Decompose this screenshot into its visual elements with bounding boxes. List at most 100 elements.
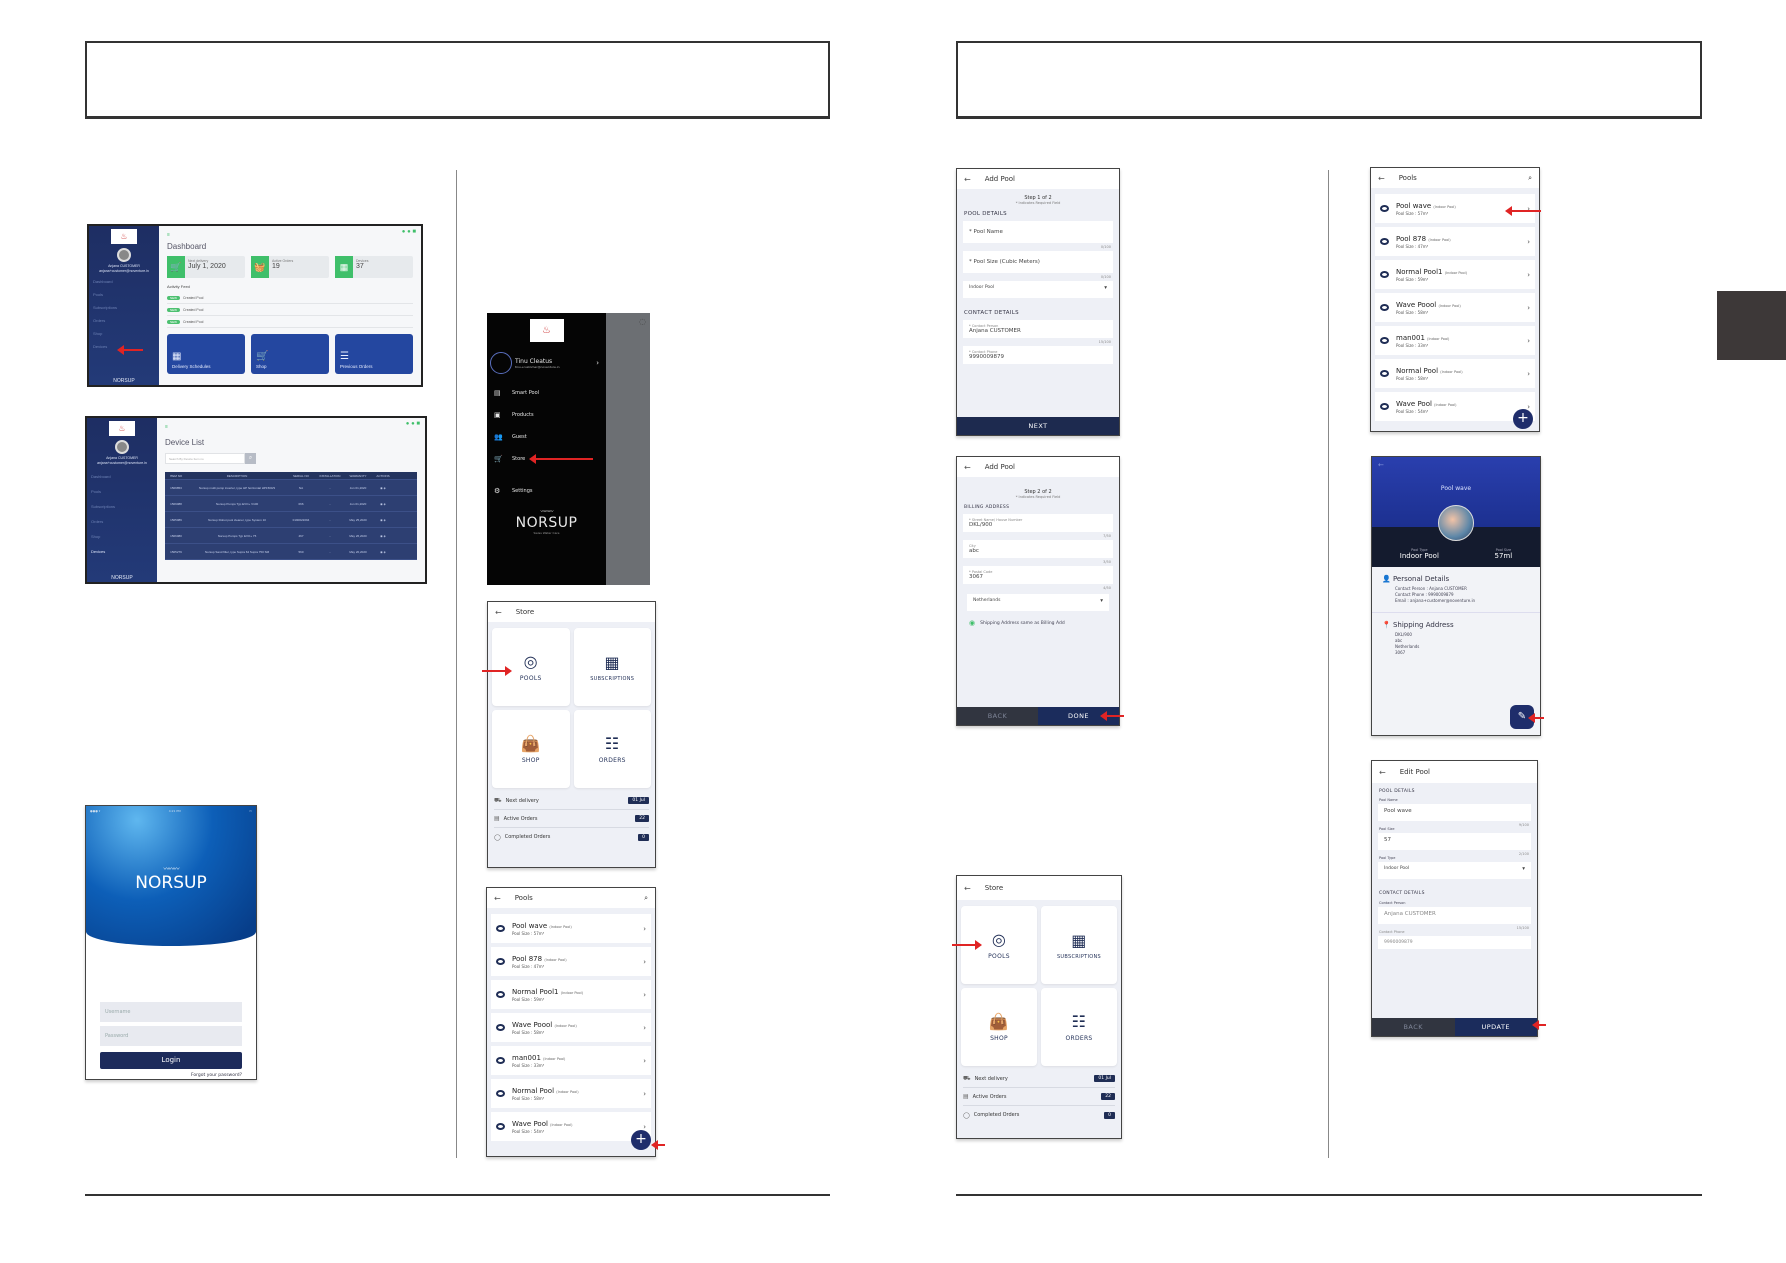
- row-actions[interactable]: ◉ ◈: [371, 550, 395, 554]
- store-tile-pools[interactable]: ◎ POOLS: [492, 628, 570, 706]
- activity-item: NEW Created Pool: [167, 316, 413, 328]
- pool-list-item[interactable]: Pool wave (Indoor Pool) Pool Size : 57m³ ›: [491, 914, 651, 943]
- completed-orders-row[interactable]: ◯ Completed Orders 0: [494, 828, 649, 846]
- store-tile-subscriptions[interactable]: ▦ SUBSCRIPTIONS: [573, 628, 651, 706]
- sidebar-item-subscriptions[interactable]: Subscriptions: [87, 499, 157, 514]
- back-arrow-icon[interactable]: ←: [1378, 461, 1384, 469]
- menu-icon[interactable]: ≡: [167, 232, 413, 238]
- contact-person-input[interactable]: Anjana CUSTOMER: [1378, 907, 1531, 924]
- pool-type-select[interactable]: Indoor Pool ▾: [1378, 862, 1531, 879]
- back-button[interactable]: BACK: [957, 707, 1038, 725]
- contact-phone-input[interactable]: 9990009879: [1378, 936, 1531, 949]
- sidebar-item-dashboard[interactable]: Dashboard: [89, 275, 159, 288]
- sidebar-item-devices[interactable]: Devices: [87, 544, 157, 559]
- row-actions[interactable]: ◉ ◈: [371, 502, 395, 506]
- notification-icons[interactable]: ● ● ■: [402, 229, 416, 235]
- sidebar-item-shop[interactable]: Shop: [87, 529, 157, 544]
- country-select[interactable]: Netherlands ▾: [967, 594, 1109, 611]
- back-button[interactable]: BACK: [1372, 1018, 1455, 1036]
- login-button[interactable]: Login: [100, 1052, 242, 1069]
- same-address-checkbox[interactable]: ◉ Shipping Address same as Billing Add: [957, 615, 1119, 631]
- drawer-profile[interactable]: Tinu Cleatus tinu+customer@noventure.in ›: [490, 352, 603, 374]
- drawer-item-settings[interactable]: ⚙ Settings: [487, 480, 606, 502]
- device-search-input[interactable]: Search By Device Item no: [165, 453, 245, 464]
- pool-list-item[interactable]: man001 (Indoor Pool) Pool Size : 33m³ ›: [1375, 326, 1535, 355]
- sidebar-item-pools[interactable]: Pools: [89, 288, 159, 301]
- row-actions[interactable]: ◉ ◈: [371, 534, 395, 538]
- store-tile-orders[interactable]: ☷ ORDERS: [1041, 988, 1117, 1066]
- username-input[interactable]: Username: [100, 1002, 242, 1022]
- store-tile-shop[interactable]: 👜 SHOP: [492, 710, 570, 788]
- drawer-item-smart-pool[interactable]: ▤ Smart Pool: [487, 382, 606, 404]
- tile-previous-orders[interactable]: ☰ Previous Orders: [335, 334, 413, 374]
- sidebar-item-devices[interactable]: Devices: [89, 340, 159, 353]
- pool-list-item[interactable]: man001 (Indoor Pool) Pool Size : 33m³ ›: [491, 1046, 651, 1075]
- search-icon[interactable]: ⌕: [245, 453, 256, 464]
- active-orders-row[interactable]: ▤ Active Orders 22: [963, 1088, 1115, 1106]
- table-row[interactable]: 1509088 Norsup Pumps Typ EVO+ V100 066- Jun…: [165, 496, 417, 512]
- sidebar-item-shop[interactable]: Shop: [89, 327, 159, 340]
- sidebar-item-orders[interactable]: Orders: [89, 314, 159, 327]
- back-arrow-icon[interactable]: ←: [1378, 174, 1385, 183]
- postal-code-input[interactable]: * Postal Code 3067: [963, 566, 1113, 584]
- pool-size-input[interactable]: * Pool Size (Cubic Meters): [963, 251, 1113, 273]
- pool-name-input[interactable]: Pool wave: [1378, 804, 1531, 821]
- city-input[interactable]: City abc: [963, 540, 1113, 558]
- next-delivery-row[interactable]: ⛟ Next delivery 01 Jul: [963, 1070, 1115, 1088]
- pool-list-item[interactable]: Normal Pool1 (Indoor Pool) Pool Size : 59…: [491, 980, 651, 1009]
- add-pool-button[interactable]: +: [631, 1130, 651, 1150]
- menu-icon[interactable]: ≡: [165, 424, 417, 430]
- back-arrow-icon[interactable]: ←: [494, 894, 501, 903]
- store-tile-orders[interactable]: ☷ ORDERS: [573, 710, 651, 788]
- table-row[interactable]: 1505279 Norsup Sand filter, type Supra 64…: [165, 544, 417, 560]
- password-input[interactable]: Password: [100, 1026, 242, 1046]
- pool-list-item[interactable]: Wave Poool (Indoor Pool) Pool Size : 58m³…: [491, 1013, 651, 1042]
- next-button[interactable]: NEXT: [957, 417, 1119, 435]
- completed-orders-row[interactable]: ◯ Completed Orders 0: [963, 1106, 1115, 1124]
- search-icon[interactable]: ⌕: [1528, 174, 1532, 183]
- back-arrow-icon[interactable]: ←: [964, 884, 971, 893]
- table-row[interactable]: 1506080 Norsup Pumps Typ EVO+ 75 467- May 2…: [165, 528, 417, 544]
- notification-icons[interactable]: ● ● ■: [406, 421, 420, 427]
- store-tile-subscriptions[interactable]: ▦ SUBSCRIPTIONS: [1041, 906, 1117, 984]
- back-arrow-icon[interactable]: ←: [495, 608, 502, 617]
- sidebar-item-dashboard[interactable]: Dashboard: [87, 469, 157, 484]
- search-icon[interactable]: ⌕: [644, 894, 648, 903]
- tile-delivery-schedules[interactable]: ▦ Delivery Schedules: [167, 334, 245, 374]
- drawer-item-guest[interactable]: 👥 Guest: [487, 426, 606, 448]
- pool-list-item[interactable]: Wave Poool (Indoor Pool) Pool Size : 58m³…: [1375, 293, 1535, 322]
- pool-list-item[interactable]: Pool 878 (Indoor Pool) Pool Size : 47m³ ›: [491, 947, 651, 976]
- tile-shop[interactable]: 🛒 Shop: [251, 334, 329, 374]
- add-pool-button[interactable]: +: [1513, 409, 1533, 429]
- pool-list-item[interactable]: Pool 878 (Indoor Pool) Pool Size : 47m³ ›: [1375, 227, 1535, 256]
- table-row[interactable]: 1509853 Norsup multi pump inverter, type …: [165, 480, 417, 496]
- drawer-item-products[interactable]: ▣ Products: [487, 404, 606, 426]
- drawer-item-store[interactable]: 🛒 Store: [487, 448, 606, 470]
- drawer-overlay[interactable]: ◌: [606, 313, 650, 585]
- row-actions[interactable]: ◉ ◈: [371, 518, 395, 522]
- active-orders-row[interactable]: ▤ Active Orders 22: [494, 810, 649, 828]
- sidebar-item-subscriptions[interactable]: Subscriptions: [89, 301, 159, 314]
- sidebar-item-orders[interactable]: Orders: [87, 514, 157, 529]
- pool-name-input[interactable]: * Pool Name: [963, 221, 1113, 243]
- pool-type-select[interactable]: Indoor Pool ▾: [963, 281, 1113, 298]
- sidebar-item-pools[interactable]: Pools: [87, 484, 157, 499]
- pool-list-item[interactable]: Wave Pool (Indoor Pool) Pool Size : 54m³ ›: [1375, 392, 1535, 421]
- street-input[interactable]: * Street Name/ House Number DKL/900: [963, 514, 1113, 532]
- forgot-password-link[interactable]: Forgot your password?: [100, 1073, 242, 1078]
- pool-size-input[interactable]: 57: [1378, 833, 1531, 850]
- row-actions[interactable]: ◉ ◈: [371, 486, 395, 490]
- table-row[interactable]: 1505089 Norsup Robot pool cleaner, type S…: [165, 512, 417, 528]
- back-arrow-icon[interactable]: ←: [964, 463, 971, 472]
- contact-phone-input[interactable]: * Contact Phone 9990009879: [963, 346, 1113, 364]
- pool-list-item[interactable]: Normal Pool1 (Indoor Pool) Pool Size : 59…: [1375, 260, 1535, 289]
- pool-list-item[interactable]: Wave Pool (Indoor Pool) Pool Size : 54m³ ›: [491, 1112, 651, 1141]
- pool-list-item[interactable]: Normal Pool (Indoor Pool) Pool Size : 58m…: [1375, 359, 1535, 388]
- store-tile-shop[interactable]: 👜 SHOP: [961, 988, 1037, 1066]
- pool-list-item[interactable]: Normal Pool (Indoor Pool) Pool Size : 58m…: [491, 1079, 651, 1108]
- back-arrow-icon[interactable]: ←: [1379, 768, 1386, 777]
- contact-person-input[interactable]: * Contact Person Anjana CUSTOMER: [963, 320, 1113, 338]
- next-delivery-row[interactable]: ⛟ Next delivery 01 Jul: [494, 792, 649, 810]
- back-arrow-icon[interactable]: ←: [964, 175, 971, 184]
- update-button[interactable]: UPDATE: [1454, 1018, 1537, 1036]
